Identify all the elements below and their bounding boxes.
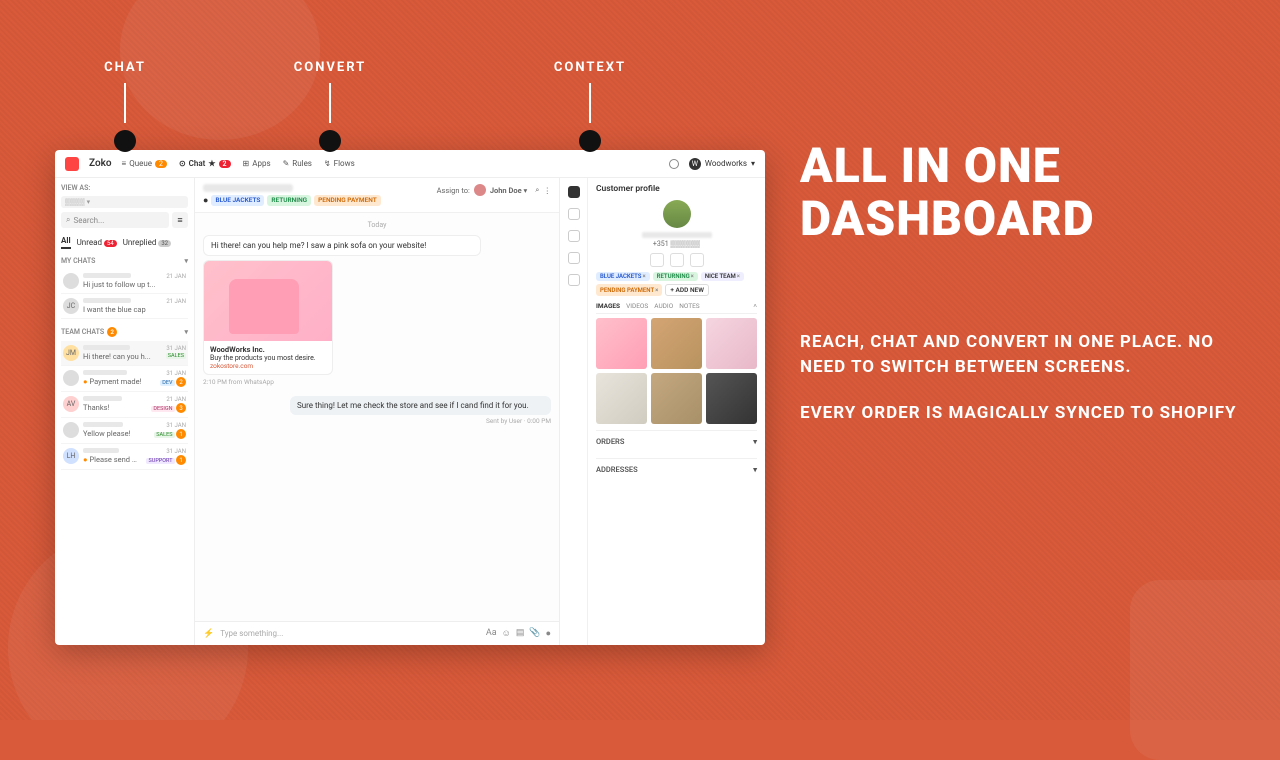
nav-chat[interactable]: ⊙ Chat ★ 2 [179,159,231,168]
incoming-message: Hi there! can you help me? I saw a pink … [203,235,481,256]
media-thumb[interactable] [651,373,702,424]
message-composer[interactable]: ⚡ Type something... Aa ☺ ▤ 📎 ● [195,621,559,645]
assignee-avatar-icon [474,184,486,196]
product-link[interactable]: zokostore.com [210,362,253,370]
chat-row[interactable]: Hi just to follow up t... 21 JAN [61,269,188,294]
headline: ALL IN ONE DASHBOARD [800,140,1240,246]
logo-icon [65,157,79,171]
customer-name-blurred [642,232,712,238]
notifications-icon[interactable] [669,159,679,169]
timestamp: 2:10 PM from WhatsApp [203,378,551,386]
outgoing-message: Sure thing! Let me check the store and s… [290,396,551,415]
app-window: Zoko ≡ Queue 2 ⊙ Chat ★ 2 ⊞ Apps ✎ Rules… [55,150,765,645]
section-my-chats[interactable]: MY CHATS ▾ [61,257,188,265]
tag[interactable]: RETURNING [267,195,311,206]
media-thumb[interactable] [596,318,647,369]
chat-thread: ● BLUE JACKETS RETURNING PENDING PAYMENT… [195,178,560,645]
media-thumb[interactable] [706,373,757,424]
search-icon[interactable]: ⌕ [535,185,539,195]
avatar-icon: W [689,158,701,170]
view-as-select[interactable]: ▒▒▒▒ ▾ [61,196,188,208]
tab-unread[interactable]: Unread 54 [77,238,117,247]
collapse-icon[interactable]: ˄ [753,302,757,310]
media-tab-images[interactable]: IMAGES [596,302,620,310]
tab-unreplied[interactable]: Unreplied 32 [123,238,171,247]
media-thumb[interactable] [651,318,702,369]
mic-icon[interactable]: ● [546,628,551,639]
export-icon[interactable] [670,253,684,267]
sub-copy: REACH, CHAT AND CONVERT IN ONE PLACE. NO… [800,330,1240,448]
attachment-icon[interactable]: 📎 [529,628,540,639]
day-divider: Today [203,221,551,229]
orders-accordion[interactable]: ORDERS▾ [596,430,757,452]
nav-rules[interactable]: ✎ Rules [283,159,312,168]
nav-apps[interactable]: ⊞ Apps [243,159,271,168]
add-tag-button[interactable]: + ADD NEW [665,284,709,296]
media-tab-videos[interactable]: VIDEOS [626,302,648,310]
media-grid [596,318,757,424]
profile-title: Customer profile [596,184,757,194]
quick-reply-icon[interactable]: ⚡ [203,629,214,639]
view-as-label: VIEW AS: [61,184,188,192]
rail-box-icon[interactable] [568,230,580,242]
rail-calendar-icon[interactable] [568,252,580,264]
customer-avatar [663,200,691,228]
context-panel: Customer profile +351 ▒▒▒▒▒▒ BLUE JACKET… [560,178,765,645]
chat-row[interactable]: JC I want the blue cap 21 JAN [61,294,188,319]
rail-profile-icon[interactable] [568,186,580,198]
nav-flows[interactable]: ↯ Flows [324,159,355,168]
edit-icon[interactable] [690,253,704,267]
chat-row[interactable]: ● Payment made! 31 JANDEV 2 [61,366,188,392]
nav-queue[interactable]: ≡ Queue 2 [122,159,167,168]
chat-row[interactable]: JM Hi there! can you h... 31 JANSALES [61,341,188,366]
product-card[interactable]: WoodWorks Inc. Buy the products you most… [203,260,333,375]
search-icon: ⌕ [66,215,70,225]
chat-sidebar: VIEW AS: ▒▒▒▒ ▾ ⌕ Search... ≡ All Unread… [55,178,195,645]
tab-all[interactable]: All [61,236,71,249]
chat-row[interactable]: LH ● Please send me t... 31 JANSUPPORT 1 [61,444,188,470]
account-menu[interactable]: W Woodworks ▾ [689,158,755,170]
text-format-icon[interactable]: Aa [486,628,497,639]
addresses-accordion[interactable]: ADDRESSES▾ [596,458,757,480]
tag[interactable]: PENDING PAYMENT [314,195,381,206]
brand-name: Zoko [89,158,112,169]
profile-tag[interactable]: NICE TEAM × [701,272,744,281]
search-input[interactable]: ⌕ Search... [61,212,169,228]
tag[interactable]: BLUE JACKETS [211,195,264,206]
filter-button[interactable]: ≡ [172,212,188,228]
profile-tag[interactable]: RETURNING × [653,272,698,281]
callout-context: CONTEXT [465,60,715,131]
section-team-chats[interactable]: TEAM CHATS 2 ▾ [61,327,188,337]
top-bar: Zoko ≡ Queue 2 ⊙ Chat ★ 2 ⊞ Apps ✎ Rules… [55,150,765,178]
rail-cart-icon[interactable] [568,208,580,220]
media-thumb[interactable] [706,318,757,369]
profile-tag[interactable]: BLUE JACKETS × [596,272,650,281]
callout-chat: CHAT [55,60,195,131]
media-thumb[interactable] [596,373,647,424]
customer-phone: +351 ▒▒▒▒▒▒ [596,240,757,248]
profile-tag[interactable]: PENDING PAYMENT × [596,284,662,296]
decorative-blob [1130,580,1280,760]
contact-name-blurred [203,184,293,192]
rail-chat-icon[interactable] [568,274,580,286]
template-icon[interactable]: ▤ [516,628,525,639]
share-icon[interactable] [650,253,664,267]
media-tab-notes[interactable]: NOTES [679,302,699,310]
callout-convert: CONVERT [195,60,465,131]
emoji-icon[interactable]: ☺ [502,628,511,639]
more-icon[interactable]: ⋮ [544,186,552,195]
sent-by-label: Sent by User · 0:00 PM [203,417,551,425]
chat-row[interactable]: Yellow please! 31 JANSALES 1 [61,418,188,444]
assignee-select[interactable]: John Doe ▾ [490,186,527,195]
chat-row[interactable]: AV Thanks! 21 JANDESIGN 3 [61,392,188,418]
media-tab-audio[interactable]: AUDIO [654,302,673,310]
